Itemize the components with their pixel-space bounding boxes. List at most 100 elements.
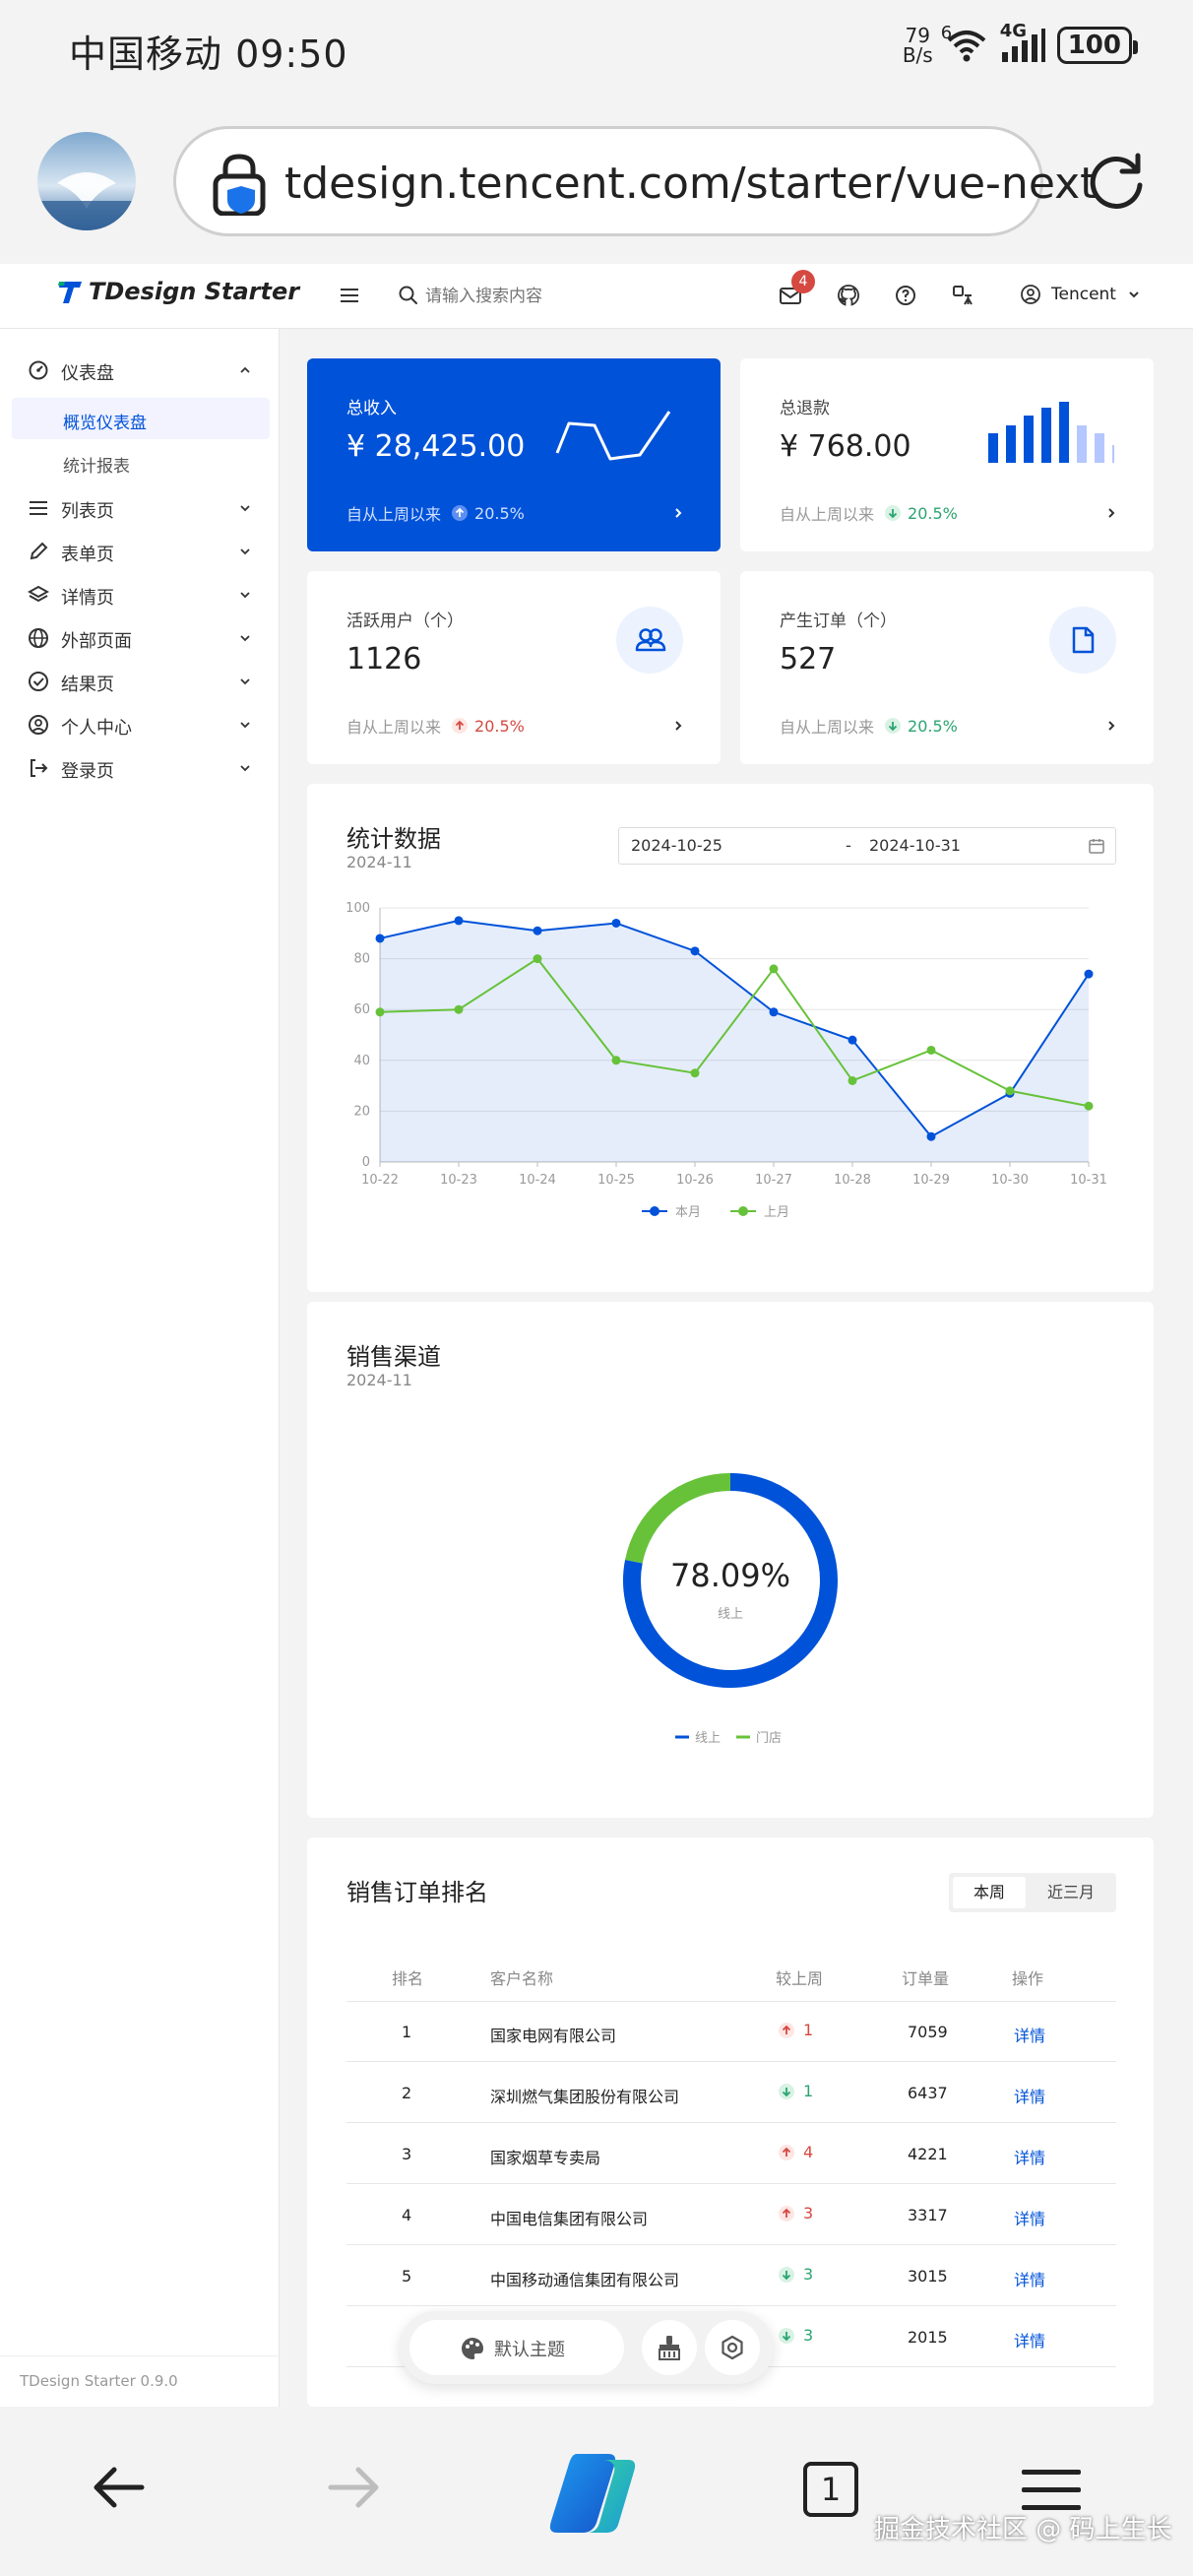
- brush-icon: [656, 2334, 683, 2361]
- site-avatar[interactable]: [37, 132, 136, 230]
- data-point: [533, 954, 542, 964]
- theme-label: 默认主题: [494, 2340, 565, 2360]
- tab-switcher-button[interactable]: 1: [803, 2462, 858, 2517]
- chevron-down-icon: [1126, 287, 1142, 302]
- column-header-orders: 订单量: [902, 1969, 950, 1988]
- detail-link[interactable]: 详情: [1014, 2023, 1045, 2046]
- sidebar-item-stat-report[interactable]: 统计报表: [12, 441, 270, 483]
- metric-since: 自从上周以来: [346, 505, 442, 524]
- chevron-right-icon[interactable]: [671, 719, 685, 733]
- menu-icon[interactable]: [339, 286, 360, 305]
- date-range-picker[interactable]: 2024-10-25 - 2024-10-31: [618, 827, 1116, 865]
- trend-indicator: 20.5%: [884, 504, 958, 523]
- metric-title: 产生订单（个）: [780, 612, 897, 631]
- chevron-down-icon: [238, 675, 252, 688]
- stats-subtitle: 2024-11: [346, 853, 412, 871]
- sidebar-item-form[interactable]: 表单页: [0, 530, 280, 573]
- detail-link[interactable]: 详情: [1014, 2084, 1045, 2107]
- detail-link[interactable]: 详情: [1014, 2328, 1045, 2351]
- legend-label: 线上: [695, 1731, 721, 1746]
- browser-menu-icon[interactable]: [1020, 2468, 1083, 2513]
- forward-icon[interactable]: [327, 2464, 382, 2511]
- main-content: 总收入 ¥ 28,425.00 自从上周以来 20.5% 总退款 ¥ 768.0…: [280, 329, 1193, 2407]
- table-row: 2 深圳燃气集团股份有限公司 1 6437 详情: [307, 2062, 1154, 2123]
- donut-center-label: 线上: [718, 1607, 743, 1622]
- change-value: 4: [803, 2143, 814, 2161]
- chevron-right-icon[interactable]: [671, 506, 685, 520]
- browser-toolbar: tdesign.tencent.com/starter/vue-next: [0, 98, 1193, 264]
- user-menu[interactable]: Tencent: [1020, 284, 1142, 305]
- reload-icon[interactable]: [1087, 150, 1148, 211]
- change-cell: 1: [778, 2021, 813, 2039]
- donut-center-value: 78.09%: [670, 1557, 790, 1594]
- calendar-icon[interactable]: [1088, 837, 1105, 855]
- sidebar-item-result[interactable]: 结果页: [0, 660, 280, 703]
- sidebar-item-detail[interactable]: 详情页: [0, 573, 280, 616]
- date-start[interactable]: 2024-10-25: [631, 836, 722, 855]
- github-icon[interactable]: [837, 284, 860, 307]
- rank-cell: 3: [402, 2145, 412, 2163]
- data-point: [848, 1035, 857, 1045]
- search-input[interactable]: [425, 280, 721, 313]
- customer-cell: 深圳燃气集团股份有限公司: [490, 2088, 680, 2106]
- sidebar-item-dashboard[interactable]: 仪表盘: [0, 349, 280, 392]
- metric-title: 活跃用户（个）: [346, 612, 464, 631]
- sidebar-item-external[interactable]: 外部页面: [0, 616, 280, 660]
- data-point: [611, 918, 621, 928]
- tab-last-three-months[interactable]: 近三月: [1030, 1877, 1112, 1908]
- url-bar[interactable]: tdesign.tencent.com/starter/vue-next: [173, 126, 1097, 236]
- x-tick-label: 10-29: [912, 1173, 950, 1188]
- x-tick-label: 10-24: [519, 1173, 556, 1188]
- arrow-up-icon: [451, 504, 469, 522]
- change-cell: 3: [778, 2265, 813, 2284]
- copilot-icon[interactable]: [543, 2450, 642, 2537]
- change-value: 3: [803, 2326, 814, 2345]
- default-theme-button[interactable]: 默认主题: [409, 2320, 624, 2375]
- check-circle-icon: [28, 671, 49, 692]
- logo[interactable]: TDesign Starter: [57, 278, 299, 305]
- metric-footer: 自从上周以来 20.5%: [346, 501, 525, 525]
- tab-this-week[interactable]: 本周: [953, 1877, 1026, 1908]
- change-cell: 3: [778, 2326, 813, 2345]
- sidebar-item-user-center[interactable]: 个人中心: [0, 703, 280, 746]
- table-row: 3 国家烟草专卖局 4 4221 详情: [307, 2123, 1154, 2184]
- detail-link[interactable]: 详情: [1014, 2145, 1045, 2168]
- refund-bar-sparkline: [986, 402, 1114, 463]
- trend-value: 20.5%: [474, 503, 525, 523]
- sidebar-item-label: 列表页: [61, 501, 114, 522]
- detail-link[interactable]: 详情: [1014, 2206, 1045, 2229]
- sales-channel-card: 销售渠道 2024-11 78.09% 线上 线上 门店: [307, 1302, 1154, 1818]
- date-end[interactable]: 2024-10-31: [869, 836, 961, 855]
- chevron-down-icon: [238, 588, 252, 602]
- sidebar-item-login[interactable]: 登录页: [0, 746, 280, 790]
- data-point: [690, 946, 700, 956]
- metric-card-active-users: 活跃用户（个） 1126 自从上周以来 20.5%: [307, 571, 721, 764]
- brush-button[interactable]: [642, 2320, 697, 2375]
- table-row: 1 国家电网有限公司 1 7059 详情: [307, 2001, 1154, 2062]
- mail-icon[interactable]: 4: [778, 270, 815, 307]
- arrow-down-icon: [884, 717, 902, 735]
- sidebar-item-overview-dashboard[interactable]: 概览仪表盘: [12, 398, 270, 439]
- trend-value: 20.5%: [908, 503, 958, 523]
- date-separator: -: [846, 836, 851, 855]
- metric-footer: 自从上周以来 20.5%: [780, 714, 958, 738]
- file-icon: [1049, 607, 1116, 674]
- orders-cell: 6437: [908, 2084, 948, 2102]
- chevron-right-icon[interactable]: [1104, 719, 1118, 733]
- back-icon[interactable]: [91, 2464, 146, 2511]
- login-icon: [28, 757, 49, 779]
- detail-link[interactable]: 详情: [1014, 2267, 1045, 2290]
- sidebar-item-list[interactable]: 列表页: [0, 486, 280, 530]
- rank-cell: 5: [402, 2267, 412, 2286]
- sidebar: 仪表盘 概览仪表盘 统计报表 列表页 表单页 详情页 外部页面 结果页 个人中心: [0, 329, 280, 2407]
- translate-icon[interactable]: [951, 284, 974, 307]
- help-icon[interactable]: [894, 284, 917, 307]
- y-tick-label: 40: [353, 1054, 370, 1068]
- setting-button[interactable]: [705, 2320, 760, 2375]
- chevron-right-icon[interactable]: [1104, 506, 1118, 520]
- column-header-rank: 排名: [392, 1969, 424, 1988]
- table-row: 4 中国电信集团有限公司 3 3317 详情: [307, 2184, 1154, 2245]
- customer-cell: 国家电网有限公司: [490, 2027, 617, 2045]
- trend-value: 20.5%: [908, 716, 958, 736]
- stats-title: 统计数据: [346, 825, 441, 853]
